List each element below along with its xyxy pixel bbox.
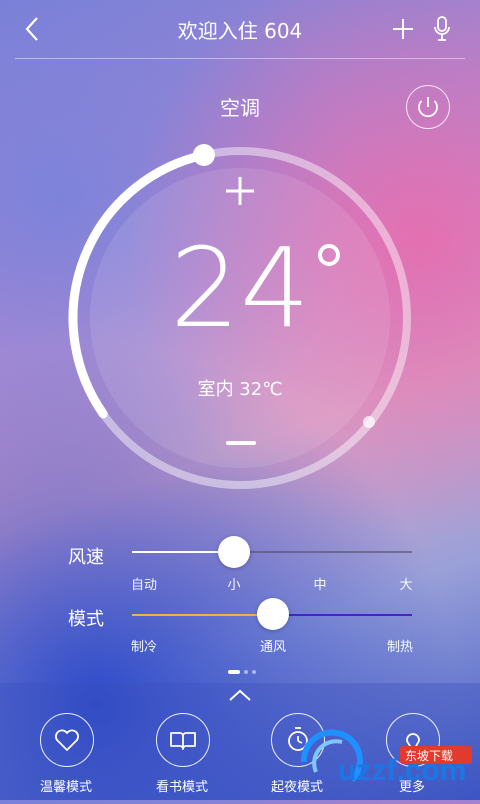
quick-mode-label: 温馨模式	[39, 780, 92, 795]
quick-mode-warm[interactable]	[40, 713, 94, 767]
fan-option-auto[interactable]: 自动	[124, 574, 164, 593]
page-title: 欢迎入住 604	[177, 19, 303, 43]
quick-mode-reading[interactable]	[156, 713, 210, 767]
plus-icon[interactable]	[390, 16, 416, 42]
mode-track-cool[interactable]	[132, 614, 273, 616]
indoor-temperature: 室内 32℃	[197, 379, 283, 400]
chevron-up-icon[interactable]	[228, 688, 252, 702]
header-divider	[15, 58, 465, 59]
mode-option-fan[interactable]: 通风	[253, 636, 293, 655]
heart-icon	[55, 729, 79, 751]
mode-option-cool[interactable]: 制冷	[124, 636, 164, 655]
decrease-temperature-button[interactable]	[226, 441, 256, 445]
dial-knob	[192, 144, 215, 166]
site-watermark: uzzf.com 东坡下载	[296, 708, 480, 800]
microphone-icon[interactable]	[432, 15, 452, 43]
increase-temperature-button[interactable]	[222, 173, 258, 209]
pager-dot-active[interactable]	[228, 670, 240, 674]
back-icon[interactable]	[18, 14, 48, 44]
temperature-value: 24	[170, 224, 310, 352]
mode-option-heat[interactable]: 制热	[380, 636, 420, 655]
pager-dot[interactable]	[244, 670, 248, 674]
fan-speed-knob[interactable]	[218, 536, 250, 568]
fan-speed-label: 风速	[68, 547, 104, 568]
quick-mode-label: 看书模式	[155, 780, 208, 795]
device-name: 空调	[220, 96, 260, 120]
fan-option-low[interactable]: 小	[214, 574, 254, 593]
mode-label: 模式	[68, 609, 104, 630]
book-icon	[170, 732, 196, 750]
svg-text:东坡下载: 东坡下载	[405, 749, 453, 763]
mode-track-heat[interactable]	[273, 614, 412, 616]
degree-symbol	[318, 244, 340, 266]
fan-option-medium[interactable]: 中	[300, 574, 340, 593]
mode-knob[interactable]	[257, 598, 289, 630]
power-icon	[418, 97, 438, 118]
power-button[interactable]	[406, 85, 450, 129]
dial-end-marker	[363, 416, 375, 428]
pager-dot[interactable]	[252, 670, 256, 674]
fan-option-high[interactable]: 大	[386, 574, 426, 593]
